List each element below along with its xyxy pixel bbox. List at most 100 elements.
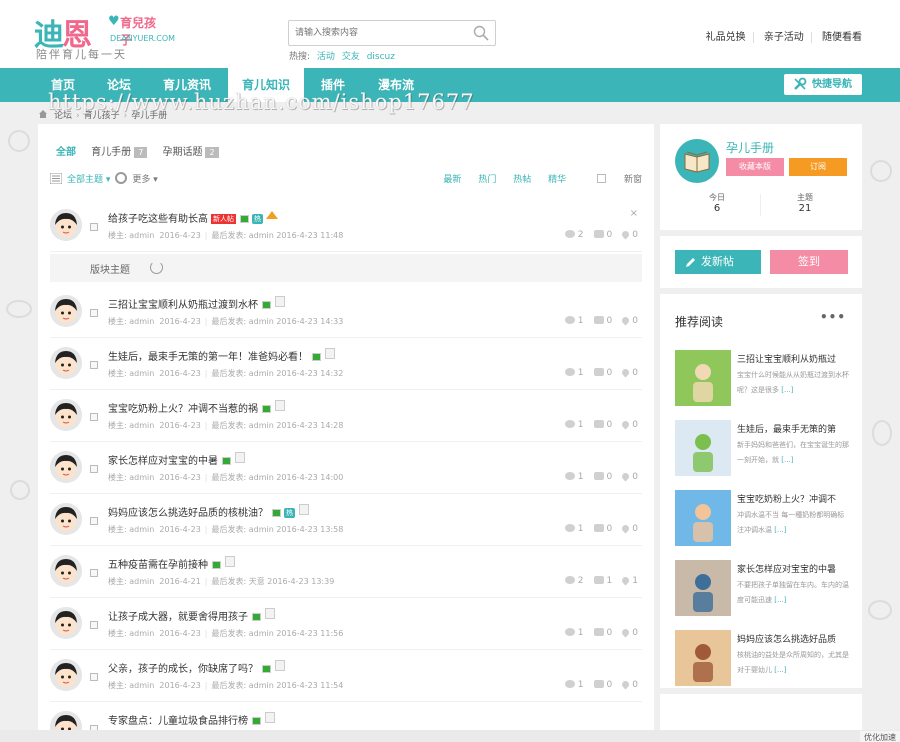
checkbox[interactable] [596, 174, 606, 183]
tab-all[interactable]: 全部 [56, 143, 76, 158]
search-input[interactable] [295, 25, 465, 41]
recommend-item-title[interactable]: 三招让宝宝顺利从奶瓶过 [737, 352, 849, 365]
sort-latest[interactable]: 最新 [443, 175, 461, 185]
search-icon[interactable] [473, 25, 489, 41]
all-topics-dropdown[interactable]: 全部主题 ▾ [67, 175, 110, 185]
recommend-item[interactable]: 宝宝吃奶粉上火？冲调不 冲调水温不当 每一種奶粉都明确标注冲调水温 [...] [675, 490, 847, 550]
breadcrumb-item[interactable]: 育儿孩子 [84, 111, 120, 121]
thread-title[interactable]: 五种疫苗需在孕前接种 [108, 556, 235, 571]
read-more-link[interactable]: [...] [781, 386, 793, 394]
avatar[interactable] [50, 659, 82, 691]
new-window-toggle[interactable]: 新窗 [583, 174, 642, 185]
nav-item-home[interactable]: 首页 [40, 68, 86, 102]
thread-row[interactable]: 生娃后，最束手无策的第一年！准爸妈必看！ 楼主: admin 2016-4-23 |… [50, 338, 642, 390]
more-dropdown[interactable]: 更多 ▾ [132, 175, 157, 185]
avatar[interactable] [50, 347, 82, 379]
thread-checkbox[interactable] [90, 223, 98, 231]
article-thumbnail[interactable] [675, 560, 731, 616]
thread-title-text[interactable]: 让孩子成大器，就要舍得用孩子 [108, 612, 248, 623]
avatar[interactable] [50, 555, 82, 587]
thread-checkbox[interactable] [90, 413, 98, 421]
avatar[interactable] [50, 399, 82, 431]
thread-title[interactable]: 家长怎样应对宝宝的中暑 [108, 452, 245, 467]
thread-title-text[interactable]: 生娃后，最束手无策的第一年！准爸妈必看！ [108, 352, 308, 363]
avatar[interactable] [50, 451, 82, 483]
thread-checkbox[interactable] [90, 309, 98, 317]
thread-row[interactable]: 妈妈应该怎么挑选好品质的核桃油？ 热楼主: admin 2016-4-23 | 最后发… [50, 494, 642, 546]
read-more-link[interactable]: [...] [774, 526, 786, 534]
hot-word-link[interactable]: 交友 [342, 52, 360, 62]
random-browse-link[interactable]: 随便看看 [815, 32, 862, 43]
thread-row[interactable]: 给孩子吃这些有助长高 新人帖 热楼主: admin 2016-4-23 | 最后发表: … [50, 200, 642, 252]
thread-checkbox[interactable] [90, 517, 98, 525]
optimize-button[interactable]: 优化加速 [860, 731, 900, 742]
thread-row[interactable]: 三招让宝宝顺利从奶瓶过渡到水杯 楼主: admin 2016-4-23 | 最后发表:… [50, 286, 642, 338]
avatar[interactable] [50, 295, 82, 327]
tab-pregnancy[interactable]: 孕期话题 2 [162, 143, 219, 158]
thread-title[interactable]: 宝宝吃奶粉上火？冲调不当惹的祸 [108, 400, 285, 415]
recommend-item-title[interactable]: 妈妈应该怎么挑选好品质 [737, 632, 849, 645]
home-icon[interactable] [38, 109, 48, 119]
thread-row[interactable]: 让孩子成大器，就要舍得用孩子 楼主: admin 2016-4-23 | 最后发表: … [50, 598, 642, 650]
thread-row[interactable]: 父亲，孩子的成长，你缺席了吗？ 楼主: admin 2016-4-23 | 最后发表:… [50, 650, 642, 702]
recommend-item[interactable]: 生娃后，最束手无策的第 新手妈妈和爸爸们，在宝宝诞生的那一刻开始，就 [...] [675, 420, 849, 480]
nav-item-forum[interactable]: 论坛 [96, 68, 142, 102]
thread-title-text[interactable]: 宝宝吃奶粉上火？冲调不当惹的祸 [108, 404, 258, 415]
sign-in-button[interactable]: 签到 [770, 250, 848, 274]
thread-checkbox[interactable] [90, 569, 98, 577]
thread-checkbox[interactable] [90, 361, 98, 369]
thread-checkbox[interactable] [90, 465, 98, 473]
parent-activity-link[interactable]: 亲子活动 [756, 32, 812, 43]
gift-exchange-link[interactable]: 礼品兑换 [698, 32, 754, 43]
recommend-item-title[interactable]: 生娃后，最束手无策的第 [737, 422, 849, 435]
thread-checkbox[interactable] [90, 621, 98, 629]
sort-digest[interactable]: 精华 [548, 175, 566, 185]
sort-hot[interactable]: 热门 [478, 175, 496, 185]
thread-title-text[interactable]: 五种疫苗需在孕前接种 [108, 560, 208, 571]
read-more-link[interactable]: [...] [781, 456, 793, 464]
article-thumbnail[interactable] [675, 350, 731, 406]
avatar[interactable] [50, 503, 82, 535]
thread-title[interactable]: 让孩子成大器，就要舍得用孩子 [108, 608, 275, 623]
thread-title[interactable]: 生娃后，最束手无策的第一年！准爸妈必看！ [108, 348, 335, 363]
breadcrumb-item[interactable]: 论坛 [54, 111, 72, 121]
article-thumbnail[interactable] [675, 490, 731, 546]
thread-title-text[interactable]: 父亲，孩子的成长，你缺席了吗？ [108, 664, 258, 675]
recommend-item[interactable]: 三招让宝宝顺利从奶瓶过 宝宝什么时候能从从奶瓶过渡到水杯呢？这是很多 [...] [675, 350, 849, 410]
breadcrumb-item[interactable]: 孕儿手册 [131, 111, 167, 121]
favorite-forum-button[interactable]: 收藏本版 [726, 158, 784, 176]
new-post-button[interactable]: 发新帖 [675, 250, 761, 274]
thread-title[interactable]: 妈妈应该怎么挑选好品质的核桃油？ 热 [108, 504, 309, 519]
thread-title[interactable]: 专家盘点：儿童垃圾食品排行榜 [108, 712, 275, 727]
forum-name[interactable]: 孕儿手册 [726, 139, 774, 156]
hot-word-link[interactable]: discuz [367, 52, 395, 62]
sort-hot-posts[interactable]: 热帖 [513, 175, 531, 185]
thread-title[interactable]: 给孩子吃这些有助长高 新人帖 热 [108, 210, 278, 225]
close-icon[interactable]: × [630, 208, 638, 219]
read-more-link[interactable]: [...] [774, 666, 786, 674]
nav-item-plugins[interactable]: 插件 [310, 68, 356, 102]
thread-title-text[interactable]: 专家盘点：儿童垃圾食品排行榜 [108, 716, 248, 727]
tab-handbook[interactable]: 育儿手册 7 [91, 143, 148, 158]
article-thumbnail[interactable] [675, 420, 731, 476]
nav-item-waterfall[interactable]: 漫布流 [366, 68, 426, 102]
quick-nav-button[interactable]: 快捷导航 [784, 74, 862, 95]
thread-title-text[interactable]: 给孩子吃这些有助长高 [108, 214, 208, 225]
nav-item-knowledge[interactable]: 育儿知识 [228, 68, 304, 102]
thread-title-text[interactable]: 妈妈应该怎么挑选好品质的核桃油？ [108, 508, 268, 519]
thread-row[interactable]: 家长怎样应对宝宝的中暑 楼主: admin 2016-4-23 | 最后发表: adm… [50, 442, 642, 494]
article-thumbnail[interactable] [675, 630, 731, 686]
thread-title-text[interactable]: 家长怎样应对宝宝的中暑 [108, 456, 218, 467]
more-icon[interactable]: ••• [820, 310, 846, 324]
thread-row[interactable]: 五种疫苗需在孕前接种 楼主: admin 2016-4-21 | 最后发表: 天意 2… [50, 546, 642, 598]
subscribe-button[interactable]: 订阅 [789, 158, 847, 176]
thread-row[interactable]: 宝宝吃奶粉上火？冲调不当惹的祸 楼主: admin 2016-4-23 | 最后发表:… [50, 390, 642, 442]
thread-checkbox[interactable] [90, 673, 98, 681]
thread-title-text[interactable]: 三招让宝宝顺利从奶瓶过渡到水杯 [108, 300, 258, 311]
nav-item-news[interactable]: 育儿资讯 [152, 68, 222, 102]
read-more-link[interactable]: [...] [774, 596, 786, 604]
avatar[interactable] [50, 209, 82, 241]
hot-word-link[interactable]: 活动 [317, 52, 335, 62]
thread-title[interactable]: 父亲，孩子的成长，你缺席了吗？ [108, 660, 285, 675]
recommend-item[interactable]: 妈妈应该怎么挑选好品质 核桃油的益处是众所周知的，尤其是对于婴幼儿 [...] [675, 630, 849, 690]
